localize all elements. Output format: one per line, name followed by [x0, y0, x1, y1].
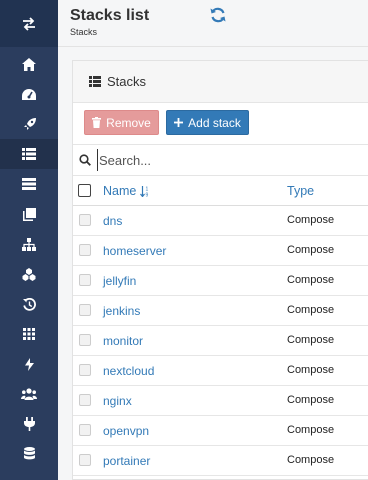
column-header-name-label: Name: [103, 184, 137, 198]
stack-type: Compose: [287, 304, 335, 316]
sidebar-item-home[interactable]: [0, 49, 58, 79]
row-checkbox[interactable]: [79, 334, 91, 346]
stack-name-link[interactable]: monitor: [103, 334, 143, 348]
sidebar-item-volumes[interactable]: [0, 259, 58, 289]
stack-type: Compose: [287, 214, 335, 226]
search-icon: [79, 154, 91, 166]
table-row: monitor Compose: [73, 326, 368, 356]
row-checkbox[interactable]: [79, 274, 91, 286]
row-checkbox[interactable]: [79, 364, 91, 376]
containers-icon: [22, 207, 36, 221]
sidebar-item-events[interactable]: [0, 289, 58, 319]
stack-name-link[interactable]: dns: [103, 214, 122, 228]
events-icon: [22, 297, 36, 311]
sidebar-item-rocket[interactable]: [0, 109, 58, 139]
table-header: Name 19 Type: [73, 176, 368, 206]
search-input[interactable]: [97, 149, 347, 171]
sort-icon: 19: [140, 185, 149, 197]
page-header: Stacks list Stacks: [58, 0, 368, 47]
stack-type: Compose: [287, 274, 335, 286]
plus-icon: [174, 118, 184, 127]
page-title: Stacks list: [70, 7, 150, 24]
remove-button[interactable]: Remove: [84, 110, 159, 135]
row-checkbox[interactable]: [79, 454, 91, 466]
stack-type: Compose: [287, 424, 335, 436]
trash-icon: [92, 117, 102, 128]
stack-type: Compose: [287, 364, 335, 376]
sidebar-item-networks[interactable]: [0, 229, 58, 259]
database-icon: [23, 447, 35, 460]
stack-type: Compose: [287, 244, 335, 256]
sidebar-toggle[interactable]: [0, 0, 58, 47]
stack-name-link[interactable]: homeserver: [103, 244, 166, 258]
table-row: nginx Compose: [73, 386, 368, 416]
table-row: portainer Compose: [73, 446, 368, 476]
stacks-panel: Stacks Remove Add stack Name 19 Type: [72, 60, 368, 480]
stack-type: Compose: [287, 334, 335, 346]
table-row: nextcloud Compose: [73, 356, 368, 386]
table-row: jenkins Compose: [73, 296, 368, 326]
sidebar-item-endpoints[interactable]: [0, 409, 58, 439]
sidebar-item-registries[interactable]: [0, 439, 58, 469]
stack-name-link[interactable]: jenkins: [103, 304, 140, 318]
add-stack-button-label: Add stack: [188, 115, 241, 130]
rocket-icon: [23, 117, 36, 130]
panel-header: Stacks: [73, 61, 368, 103]
column-header-type[interactable]: Type: [287, 184, 314, 198]
add-stack-button[interactable]: Add stack: [166, 110, 249, 135]
dashboard-icon: [22, 88, 36, 100]
row-checkbox[interactable]: [79, 394, 91, 406]
actions-bar: Remove Add stack: [73, 103, 368, 145]
table-row: jellyfin Compose: [73, 266, 368, 296]
stack-type: Compose: [287, 394, 335, 406]
select-all-checkbox[interactable]: [78, 184, 91, 197]
sidebar-item-dashboard[interactable]: [0, 79, 58, 109]
row-checkbox[interactable]: [79, 214, 91, 226]
plug-icon: [23, 417, 35, 431]
table-row: openvpn Compose: [73, 416, 368, 446]
volumes-icon: [22, 267, 36, 281]
stack-name-link[interactable]: openvpn: [103, 424, 149, 438]
sidebar-item-lightning[interactable]: [0, 349, 58, 379]
table-row: dns Compose: [73, 206, 368, 236]
users-icon: [21, 388, 37, 400]
stack-name-link[interactable]: jellyfin: [103, 274, 136, 288]
search-bar: [73, 145, 368, 176]
sidebar-item-users[interactable]: [0, 379, 58, 409]
sidebar-item-services[interactable]: [0, 169, 58, 199]
networks-icon: [22, 237, 36, 251]
table-row: homeserver Compose: [73, 236, 368, 266]
panel-title: Stacks: [107, 74, 147, 89]
sidebar-item-stacks[interactable]: [0, 139, 58, 169]
sidebar-item-containers[interactable]: [0, 199, 58, 229]
row-checkbox[interactable]: [79, 424, 91, 436]
remove-button-label: Remove: [106, 115, 151, 130]
refresh-icon[interactable]: [209, 6, 227, 24]
breadcrumb: Stacks: [70, 27, 98, 37]
svg-text:9: 9: [146, 192, 149, 197]
row-checkbox[interactable]: [79, 304, 91, 316]
home-icon: [22, 57, 36, 71]
sidebar-item-apps[interactable]: [0, 319, 58, 349]
apps-icon: [23, 328, 35, 340]
transfer-icon: [23, 16, 35, 31]
services-icon: [22, 178, 36, 190]
list-icon: [89, 76, 101, 87]
stack-name-link[interactable]: nginx: [103, 394, 132, 408]
lightning-icon: [24, 357, 34, 371]
stack-type: Compose: [287, 454, 335, 466]
row-checkbox[interactable]: [79, 244, 91, 256]
sidebar: [0, 0, 58, 480]
stacks-table-body: dns Compose homeserver Compose jellyfin …: [73, 206, 368, 476]
column-header-name[interactable]: Name 19: [103, 184, 150, 198]
stack-name-link[interactable]: nextcloud: [103, 364, 154, 378]
stack-name-link[interactable]: portainer: [103, 454, 150, 468]
stacks-icon: [22, 148, 36, 160]
